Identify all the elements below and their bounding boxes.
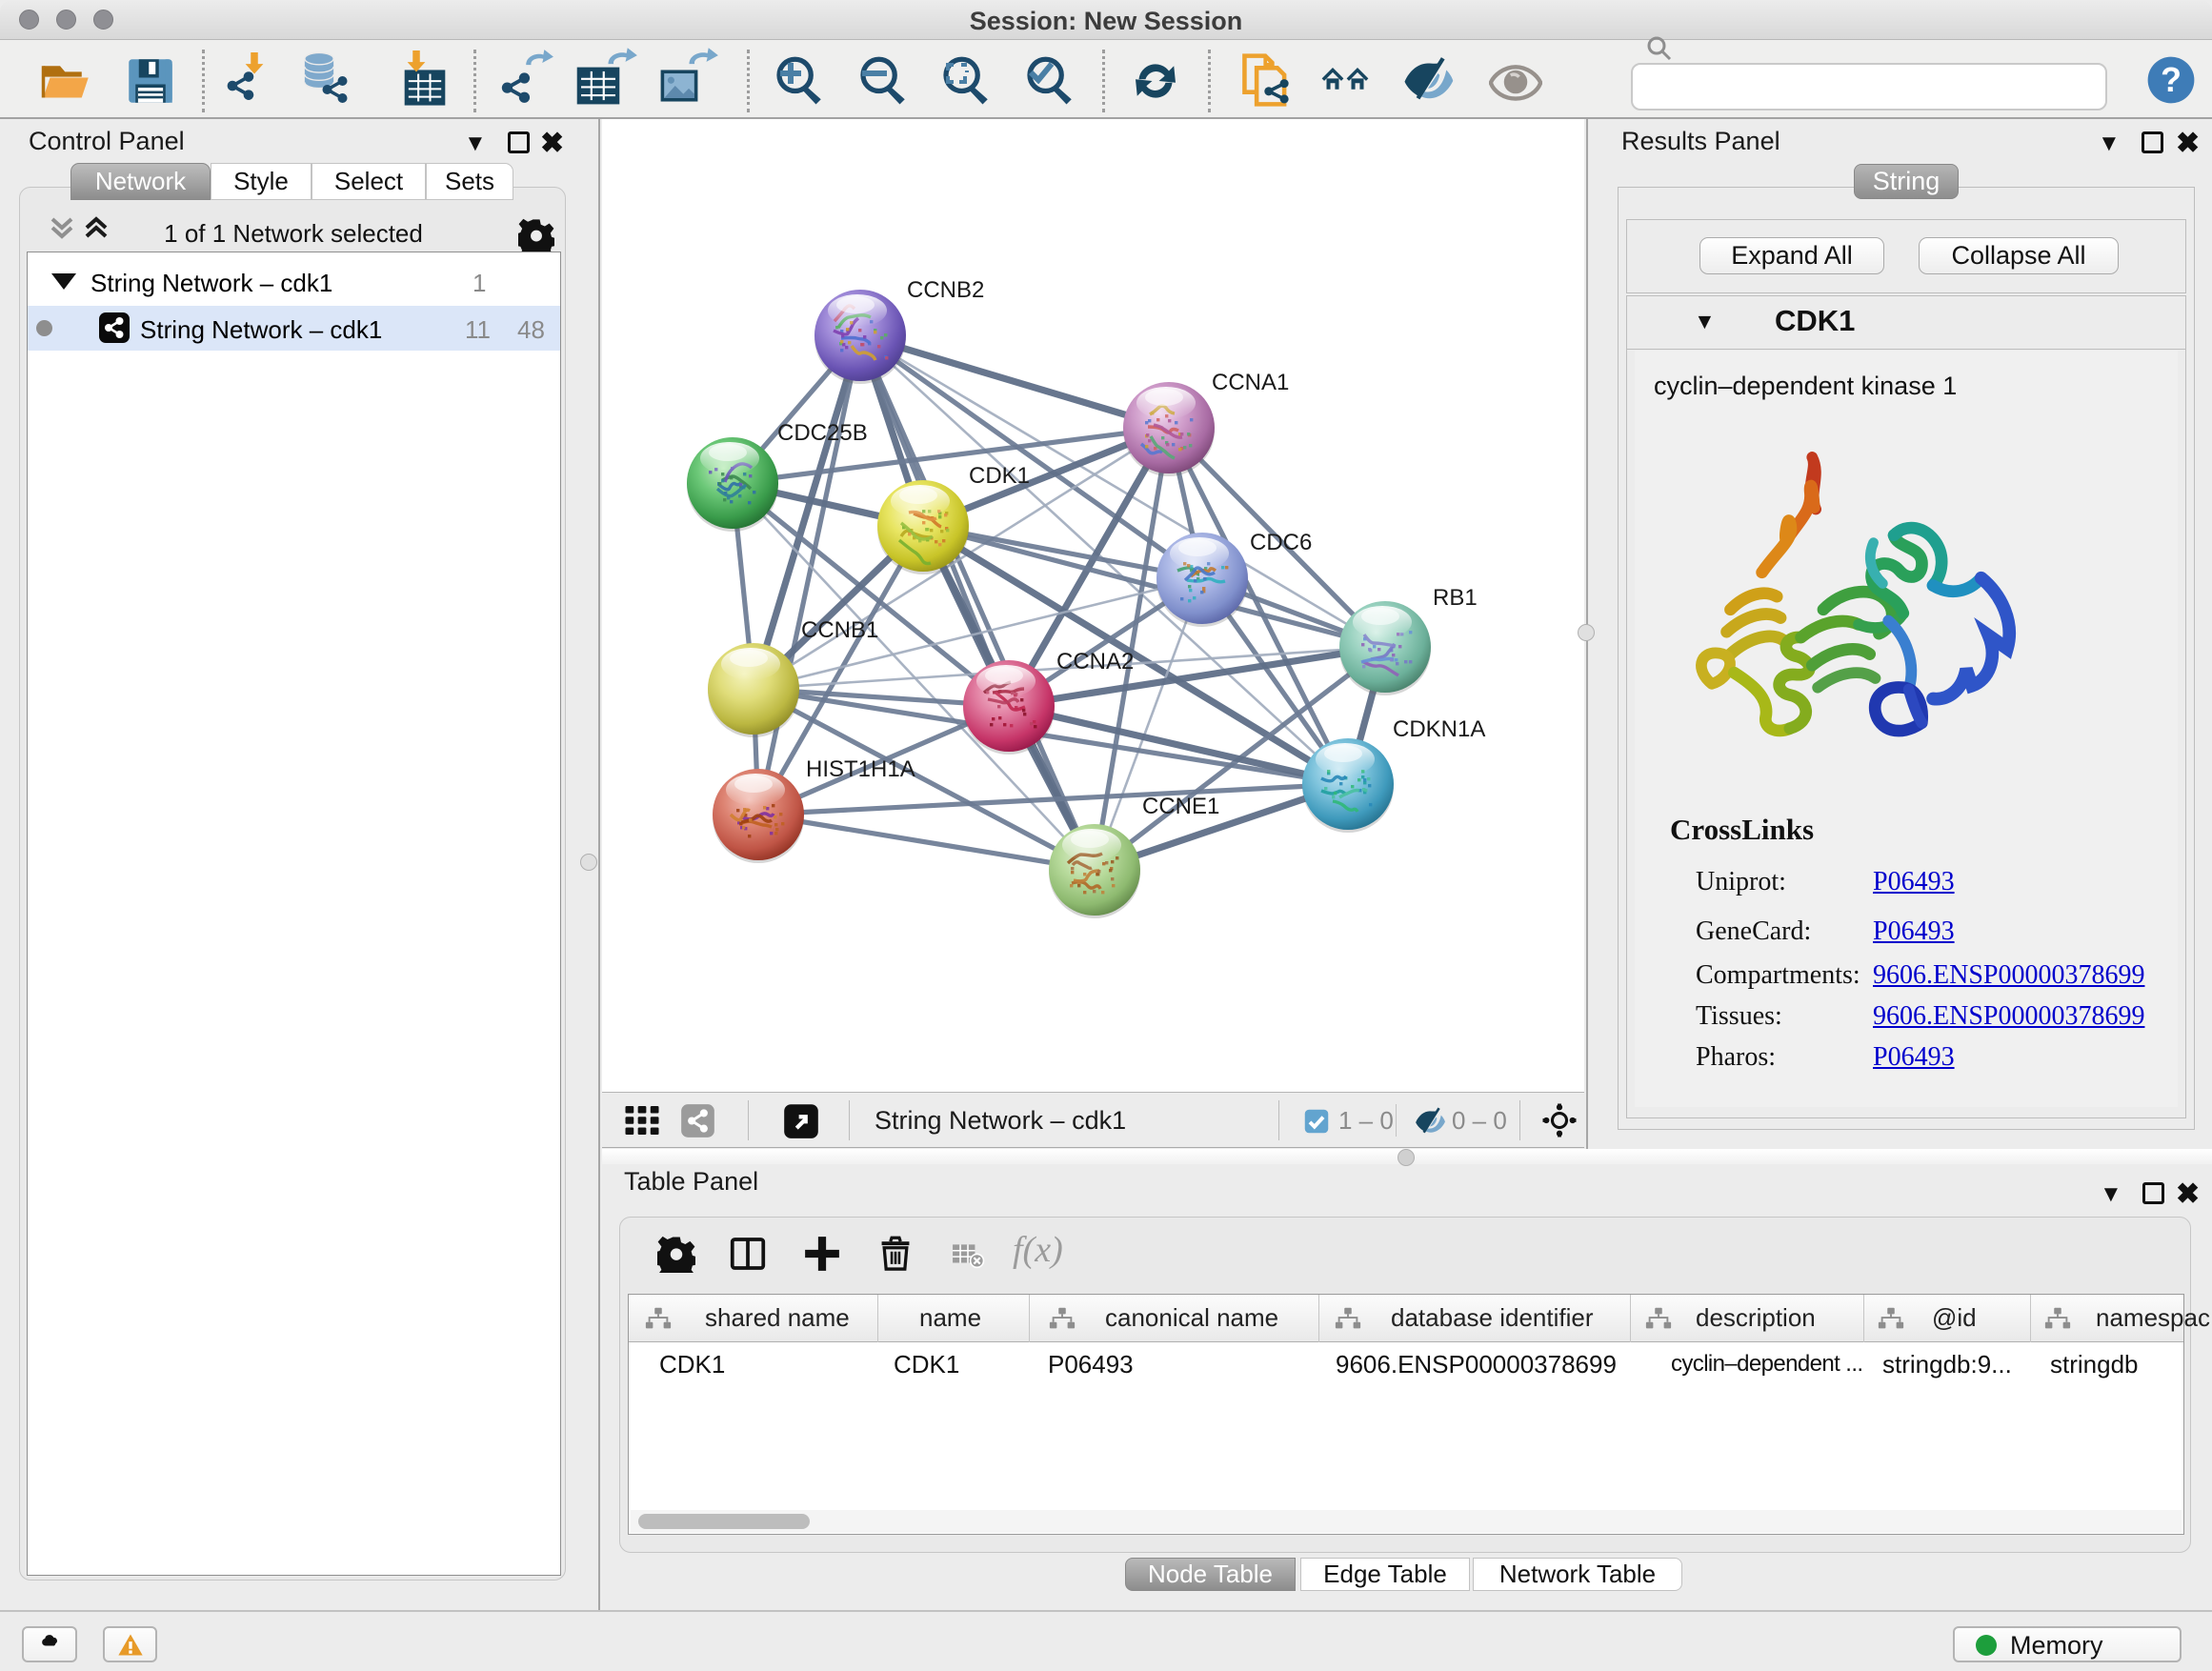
svg-text:CDKN1A: CDKN1A (1393, 716, 1485, 742)
svg-text:HIST1H1A: HIST1H1A (806, 756, 915, 782)
svg-text:CDK1: CDK1 (969, 463, 1030, 489)
svg-text:CDC25B: CDC25B (777, 420, 868, 446)
svg-text:CDC6: CDC6 (1250, 530, 1312, 555)
svg-text:CCNA1: CCNA1 (1212, 370, 1289, 395)
svg-text:CCNB2: CCNB2 (907, 277, 984, 303)
svg-text:CCNE1: CCNE1 (1142, 794, 1219, 819)
svg-text:RB1: RB1 (1433, 585, 1478, 611)
svg-text:CCNB1: CCNB1 (801, 617, 878, 643)
svg-text:CCNA2: CCNA2 (1056, 649, 1134, 674)
